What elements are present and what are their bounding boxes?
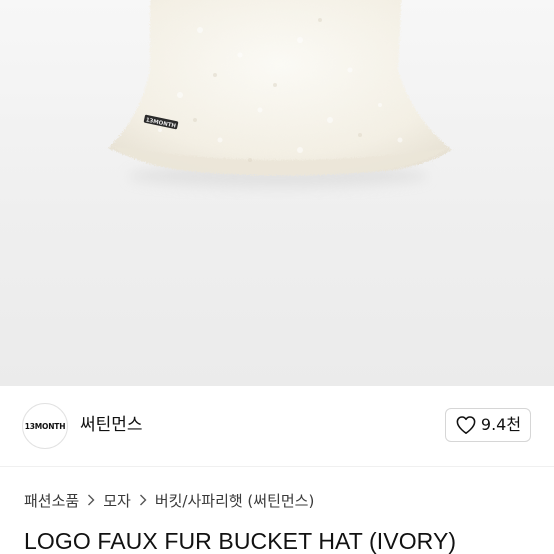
- breadcrumb: 패션소품 모자 버킷/사파리햇 (써틴먼스): [24, 489, 314, 511]
- like-count: 9.4천: [480, 415, 522, 434]
- product-title: LOGO FAUX FUR BUCKET HAT (IVORY): [24, 528, 457, 554]
- brand-name[interactable]: 써틴먼스: [80, 412, 143, 438]
- heart-icon: [456, 416, 476, 434]
- product-image[interactable]: 13MONTH: [0, 0, 554, 386]
- breadcrumb-item-subcategory[interactable]: 모자: [103, 490, 131, 511]
- chevron-right-icon: [139, 494, 147, 506]
- brand-logo-text: 13MONTH: [24, 421, 66, 431]
- divider: [0, 466, 554, 467]
- chevron-right-icon: [87, 494, 95, 506]
- breadcrumb-item-current[interactable]: 버킷/사파리햇 (써틴먼스): [155, 490, 315, 511]
- brand-logo[interactable]: 13MONTH: [22, 403, 68, 449]
- like-button[interactable]: 9.4천: [445, 408, 531, 442]
- breadcrumb-item-category[interactable]: 패션소품: [24, 490, 79, 511]
- hat-illustration: 13MONTH: [108, 0, 452, 188]
